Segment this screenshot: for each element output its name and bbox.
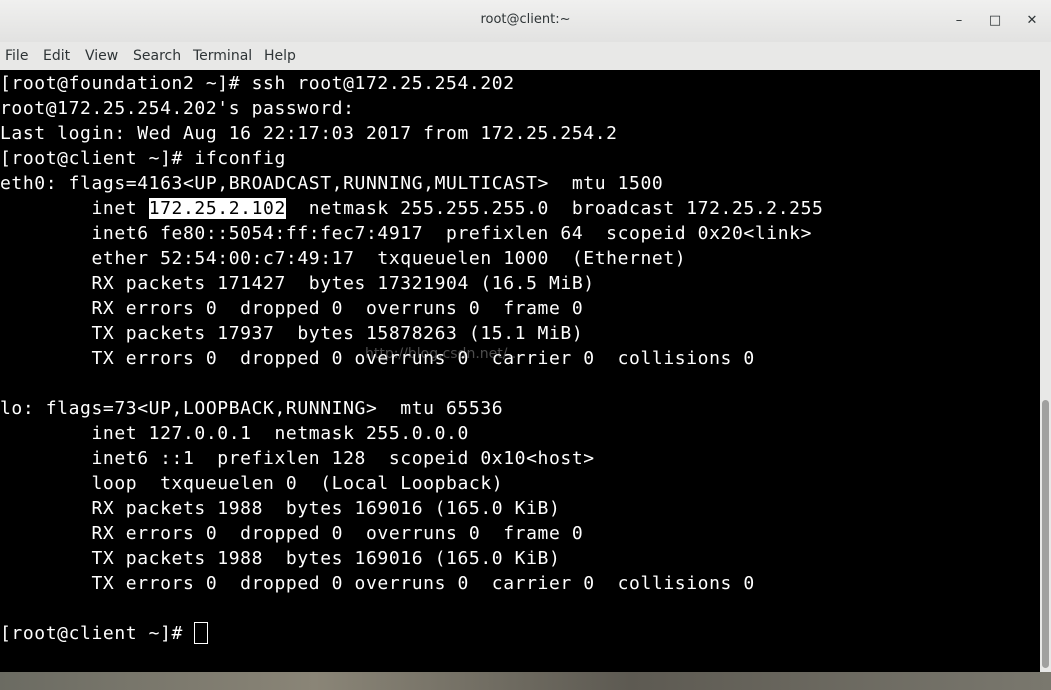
terminal-line: ether 52:54:00:c7:49:17 txqueuelen 1000 … bbox=[0, 248, 687, 269]
menu-view[interactable]: View bbox=[85, 48, 118, 64]
menu-bar: File Edit View Search Terminal Help bbox=[0, 42, 1051, 69]
menu-edit[interactable]: Edit bbox=[43, 48, 70, 64]
menu-search[interactable]: Search bbox=[133, 48, 181, 64]
terminal-line: TX packets 17937 bytes 15878263 (15.1 Mi… bbox=[0, 323, 584, 344]
window-title: root@client:~ bbox=[480, 12, 571, 27]
menu-file[interactable]: File bbox=[5, 48, 28, 64]
selected-ip-address[interactable]: 172.25.2.102 bbox=[148, 198, 286, 219]
terminal-line: inet6 fe80::5054:ff:fec7:4917 prefixlen … bbox=[0, 223, 813, 244]
title-bar[interactable]: root@client:~ – □ ✕ bbox=[0, 0, 1051, 43]
scrollbar-thumb[interactable] bbox=[1042, 400, 1049, 668]
terminal-line: loop txqueuelen 0 (Local Loopback) bbox=[0, 473, 504, 494]
terminal-line: root@172.25.254.202's password: bbox=[0, 98, 355, 119]
terminal-window: root@client:~ – □ ✕ File Edit View Searc… bbox=[0, 0, 1051, 690]
close-icon[interactable]: ✕ bbox=[1021, 10, 1043, 32]
menu-help[interactable]: Help bbox=[264, 48, 296, 64]
terminal-line: RX packets 1988 bytes 169016 (165.0 KiB) bbox=[0, 498, 561, 519]
terminal-line-inet: inet 172.25.2.102 netmask 255.255.255.0 … bbox=[0, 196, 823, 221]
terminal-line: TX errors 0 dropped 0 overruns 0 carrier… bbox=[0, 573, 755, 594]
minimize-icon[interactable]: – bbox=[948, 10, 970, 32]
inet-suffix: netmask 255.255.255.0 broadcast 172.25.2… bbox=[285, 198, 824, 219]
inet-prefix: inet bbox=[0, 198, 149, 219]
shell-prompt: [root@client ~]# bbox=[0, 623, 195, 644]
terminal-line: RX errors 0 dropped 0 overruns 0 frame 0 bbox=[0, 298, 584, 319]
text-cursor[interactable] bbox=[194, 622, 209, 644]
terminal-line: Last login: Wed Aug 16 22:17:03 2017 fro… bbox=[0, 123, 618, 144]
terminal-line: inet 127.0.0.1 netmask 255.0.0.0 bbox=[0, 423, 469, 444]
terminal-line: [root@client ~]# ifconfig bbox=[0, 148, 286, 169]
watermark-text: http://blog.csdn.net/... bbox=[365, 346, 521, 362]
terminal-line: eth0: flags=4163<UP,BROADCAST,RUNNING,MU… bbox=[0, 173, 664, 194]
maximize-icon[interactable]: □ bbox=[984, 10, 1006, 32]
desktop-background-strip bbox=[0, 672, 1051, 690]
terminal-output[interactable]: [root@foundation2 ~]# ssh root@172.25.25… bbox=[0, 70, 1040, 672]
terminal-line: [root@foundation2 ~]# ssh root@172.25.25… bbox=[0, 73, 515, 94]
terminal-line: RX packets 171427 bytes 17321904 (16.5 M… bbox=[0, 273, 595, 294]
terminal-line: TX packets 1988 bytes 169016 (165.0 KiB) bbox=[0, 548, 561, 569]
terminal-prompt-line: [root@client ~]# bbox=[0, 621, 209, 646]
terminal-line: RX errors 0 dropped 0 overruns 0 frame 0 bbox=[0, 523, 584, 544]
terminal-line: lo: flags=73<UP,LOOPBACK,RUNNING> mtu 65… bbox=[0, 398, 504, 419]
menu-terminal[interactable]: Terminal bbox=[193, 48, 252, 64]
terminal-line: inet6 ::1 prefixlen 128 scopeid 0x10<hos… bbox=[0, 448, 595, 469]
vertical-scrollbar[interactable] bbox=[1040, 70, 1051, 672]
